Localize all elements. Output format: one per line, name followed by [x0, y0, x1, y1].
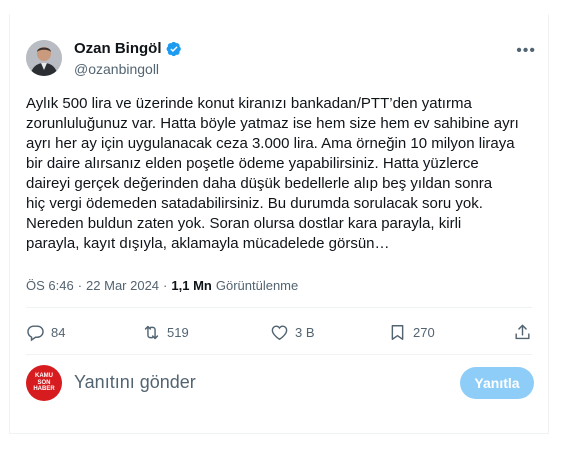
author-avatar[interactable]: [26, 40, 62, 76]
retweet-icon: [144, 325, 159, 339]
meta-separator: ·: [163, 278, 168, 293]
author-name-row: Ozan Bingöl: [74, 40, 182, 57]
user-avatar[interactable]: KAMU SON HABER: [26, 365, 62, 401]
tweet-card: Ozan Bingöl @ozanbingoll ••• Aylık 500 l…: [9, 14, 549, 434]
like-count: 3 B: [295, 324, 315, 340]
views-label: Görüntülenme: [215, 278, 299, 293]
reply-submit-button[interactable]: Yanıtla: [460, 367, 534, 399]
reply-icon: [27, 324, 44, 341]
avatar-logo: KAMU SON HABER: [33, 373, 55, 393]
reply-count: 84: [51, 324, 66, 340]
bookmark-button[interactable]: 270: [388, 323, 435, 342]
reply-input[interactable]: Yanıtını gönder: [74, 372, 196, 393]
share-button[interactable]: [513, 323, 532, 342]
action-bar: 84 519 3 B 270: [26, 320, 532, 344]
author-photo: [26, 40, 62, 76]
more-options-icon[interactable]: •••: [516, 42, 536, 60]
tweet-text: Aylık 500 lira ve üzerinde konut kiranız…: [26, 95, 519, 252]
views-count: 1,1 Mn: [171, 278, 212, 293]
meta-separator: ·: [77, 278, 83, 293]
author-name[interactable]: Ozan Bingöl: [74, 40, 162, 57]
bookmark-icon: [391, 324, 404, 340]
share-icon: [515, 324, 530, 339]
retweet-count: 519: [167, 324, 189, 340]
like-button[interactable]: 3 B: [270, 323, 315, 342]
verified-badge-icon: [166, 41, 181, 56]
bookmark-count: 270: [413, 324, 435, 340]
heart-icon: [271, 324, 288, 340]
tweet-meta: ÖS 6:46 · 22 Mar 2024 · 1,1 Mn Görüntüle…: [26, 278, 298, 293]
retweet-button[interactable]: 519: [142, 323, 189, 342]
tweet-time[interactable]: ÖS 6:46: [26, 278, 74, 293]
divider: [26, 307, 532, 308]
card-bottom-border: [10, 433, 548, 434]
tweet-date[interactable]: 22 Mar 2024: [86, 278, 159, 293]
reply-button[interactable]: 84: [26, 323, 65, 342]
divider: [26, 354, 532, 355]
author-handle[interactable]: @ozanbingoll: [74, 61, 159, 77]
